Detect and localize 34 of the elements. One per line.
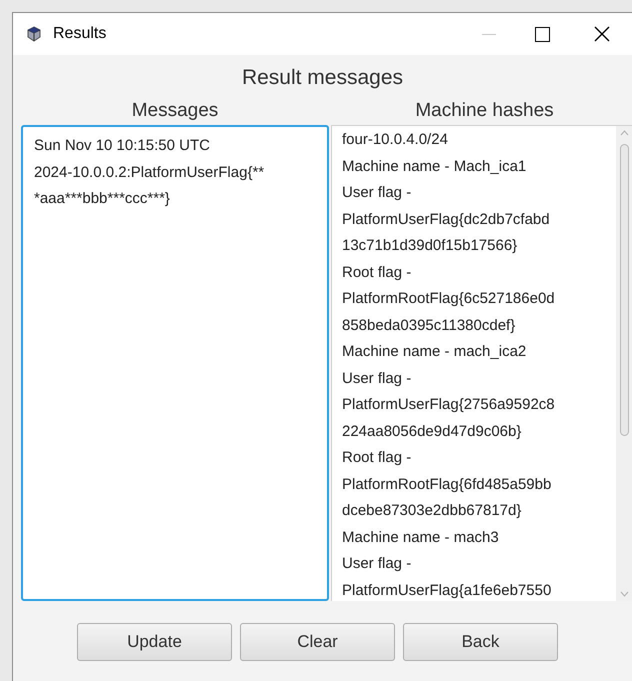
hash-line: PlatformUserFlag{a1fe6eb7550 (342, 580, 552, 600)
hashes-list[interactable] (331, 125, 632, 601)
hash-line: dcebe87303e2dbb67817d} (342, 501, 522, 521)
hash-line: 13c71b1d39d0f15b17566} (342, 236, 518, 256)
hash-line: PlatformRootFlag{6fd485a59bb (342, 474, 552, 494)
window-title: Results (53, 24, 106, 44)
hash-line: Root flag - (342, 448, 412, 468)
hash-line: Root flag - (342, 262, 412, 282)
hash-line: PlatformUserFlag{2756a9592c8 (342, 395, 556, 415)
cube-icon (25, 25, 43, 43)
hash-line: PlatformRootFlag{6c527186e0d (342, 289, 556, 309)
hash-line: four-10.0.4.0/24 (342, 130, 449, 150)
action-button[interactable]: Clear (240, 623, 395, 661)
scrollbar[interactable] (616, 126, 632, 601)
action-button[interactable]: Update (77, 623, 232, 661)
close-icon (594, 26, 610, 42)
scroll-down-icon (620, 591, 628, 597)
hash-line: Machine name - Mach_ica1 (342, 156, 528, 176)
column-label: Messages (132, 99, 218, 123)
hash-line: Machine name - mach_ica2 (342, 342, 528, 362)
hash-line: 224aa8056de9d47d9c06b} (342, 422, 522, 442)
scroll-up-icon (620, 130, 628, 136)
message-text: Sun Nov 10 10:15:50 UTC 2024-10.0.0.2:PlatformUserFlag{** *aaa***bbb***ccc***} (34, 136, 266, 209)
scrollbar-thumb[interactable] (620, 144, 628, 436)
hash-line: Machine name - mach3 (342, 528, 500, 548)
hash-line: User flag - (342, 368, 412, 388)
hash-line: PlatformUserFlag{dc2db7cfabd (342, 210, 551, 230)
column-label: Machine hashes (414, 99, 554, 123)
hash-line: User flag - (342, 554, 412, 574)
hash-line: User flag - (342, 183, 412, 203)
action-button[interactable]: Back (403, 623, 558, 661)
hash-line: 858beda0395c11380cdef} (342, 316, 516, 336)
heading: Result messages (242, 65, 404, 91)
messages-text-area[interactable]: Sun Nov 10 10:15:50 UTC 2024-10.0.0.2:PlatformUserFlag{** *aaa***bbb***ccc***} (21, 125, 329, 601)
